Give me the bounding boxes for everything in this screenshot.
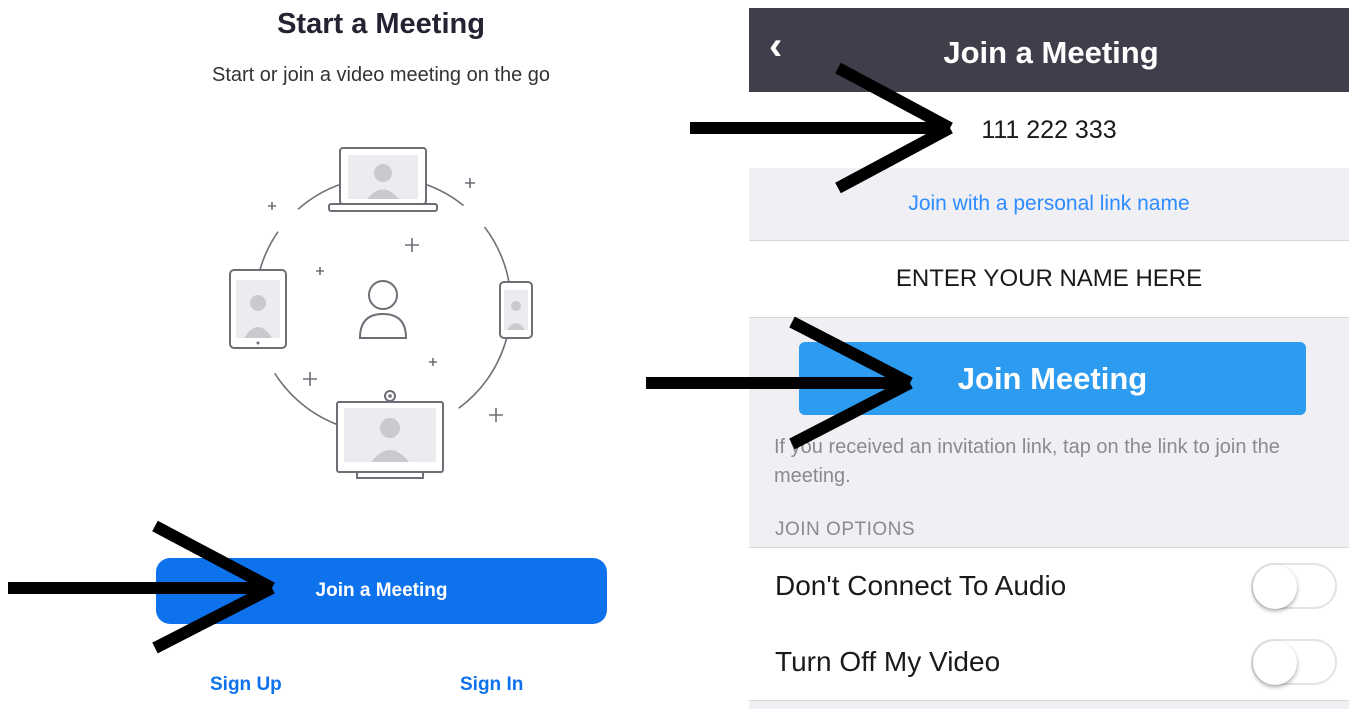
name-value: ENTER YOUR NAME HERE — [895, 265, 1203, 292]
start-meeting-screen: Start a Meeting Start or join a video me… — [0, 0, 740, 709]
navigation-bar: ‹ Join a Meeting — [749, 8, 1349, 92]
connection-circle — [254, 176, 512, 434]
toggle-knob — [1253, 565, 1297, 609]
page-subtitle: Start or join a video meeting on the go — [212, 64, 550, 86]
page-title: Start a Meeting — [277, 8, 485, 40]
option-label: Turn Off My Video — [775, 646, 1001, 677]
option-row-audio: Don't Connect To Audio — [749, 547, 1349, 625]
nav-title: Join a Meeting — [943, 35, 1159, 70]
option-row-video: Turn Off My Video — [749, 624, 1349, 701]
laptop-icon — [328, 147, 438, 212]
invitation-hint-text: If you received an invitation link, tap … — [774, 436, 1280, 487]
sign-up-link[interactable]: Sign Up — [210, 674, 282, 696]
join-meeting-screen: ‹ Join a Meeting 111 222 333 Join with a… — [749, 8, 1349, 709]
phone-icon — [499, 281, 533, 339]
name-field[interactable]: ENTER YOUR NAME HERE — [749, 240, 1349, 318]
user-icon — [358, 280, 408, 339]
personal-link-name-link[interactable]: Join with a personal link name — [749, 168, 1349, 240]
video-meeting-devices-illustration — [229, 147, 533, 479]
join-meeting-button[interactable]: Join Meeting — [799, 342, 1306, 415]
video-toggle[interactable] — [1251, 639, 1337, 685]
sign-in-link[interactable]: Sign In — [460, 674, 523, 696]
tablet-icon — [229, 269, 287, 349]
meeting-id-value: 111 222 333 — [981, 115, 1117, 144]
join-options-header: JOIN OPTIONS — [775, 519, 916, 540]
option-label: Don't Connect To Audio — [775, 570, 1067, 601]
join-a-meeting-button[interactable]: Join a Meeting — [156, 558, 607, 624]
monitor-icon — [336, 390, 444, 479]
toggle-knob — [1253, 641, 1297, 685]
audio-toggle[interactable] — [1251, 563, 1337, 609]
sparkle-plus-icons — [268, 178, 503, 422]
meeting-id-field[interactable]: 111 222 333 — [749, 92, 1349, 169]
